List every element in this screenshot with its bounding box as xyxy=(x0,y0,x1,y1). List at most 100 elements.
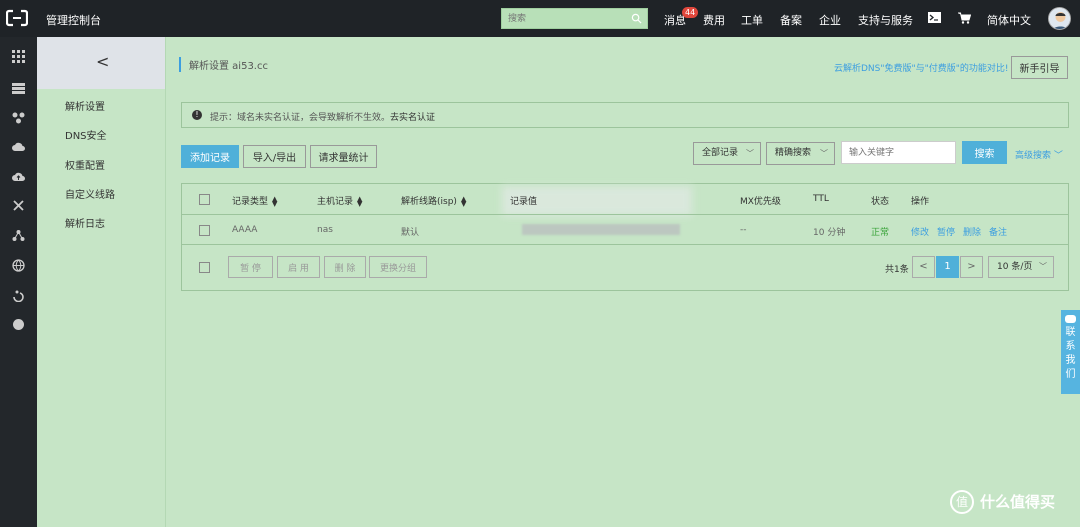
col-value-header: 记录值 xyxy=(510,197,538,207)
app-title[interactable]: 管理控制台 xyxy=(46,12,101,28)
row-actions: 修改 暂停 删除 备注 xyxy=(911,225,1015,238)
keyword-input[interactable] xyxy=(841,141,956,164)
cluster-icon[interactable] xyxy=(12,229,25,242)
table-row: AAAA nas 默认 -- 10 分钟 正常 修改 暂停 删除 备注 xyxy=(182,215,1068,245)
page-1-button[interactable]: 1 xyxy=(936,256,959,278)
cloud-upload-icon[interactable] xyxy=(12,170,25,183)
pause-link[interactable]: 暂停 xyxy=(937,228,955,238)
col-host-header[interactable]: 主机记录 ▲ ▼ xyxy=(317,194,362,207)
sidebar-item-custom-line[interactable]: 自定义线路 xyxy=(65,186,115,201)
page-title: 解析设置 ai53.cc xyxy=(179,57,268,72)
sidebar-item-dns-log[interactable]: 解析日志 xyxy=(65,215,105,230)
advanced-search-link[interactable]: 高级搜索 ﹀ xyxy=(1015,148,1063,161)
select-all-checkbox[interactable] xyxy=(199,194,210,205)
database-icon[interactable] xyxy=(12,82,25,95)
network-icon[interactable] xyxy=(12,111,25,124)
cart-icon[interactable] xyxy=(958,12,971,24)
import-export-button[interactable]: 导入/导出 xyxy=(243,145,306,168)
col-host-label: 主机记录 xyxy=(317,197,354,207)
cross-arrows-icon[interactable] xyxy=(12,199,25,212)
contact-us-float[interactable]: 联 系 我 们 xyxy=(1061,310,1080,394)
nav-support[interactable]: 支持与服务 xyxy=(858,12,913,28)
sort-icon[interactable]: ▲ ▼ xyxy=(461,195,466,207)
dns-sidebar: < 解析设置 DNS安全 权重配置 自定义线路 解析日志 xyxy=(37,37,165,527)
status-badge: 正常 xyxy=(871,228,890,238)
change-group-button[interactable]: 更换分组 xyxy=(369,256,427,278)
nav-ticket[interactable]: 工单 xyxy=(741,12,763,28)
bulk-delete-button[interactable]: 删 除 xyxy=(324,256,366,278)
sidebar-collapse-button[interactable]: < xyxy=(37,37,165,89)
footer-select-checkbox[interactable] xyxy=(199,262,210,273)
global-search[interactable] xyxy=(501,8,648,29)
chevron-down-icon: ﹀ xyxy=(820,149,828,158)
chat-icon xyxy=(1065,315,1076,323)
search-mode-dropdown[interactable]: 精确搜索 ﹀ xyxy=(766,142,835,165)
col-line-label: 解析线路(isp) xyxy=(401,197,457,207)
add-record-button[interactable]: 添加记录 xyxy=(181,145,239,168)
terminal-icon[interactable] xyxy=(928,12,941,23)
table-footer: 暂 停 启 用 删 除 更换分组 共1条 < 1 > 10 条/页 ﹀ xyxy=(182,245,1068,290)
nav-enterprise[interactable]: 企业 xyxy=(819,12,841,28)
search-icon[interactable] xyxy=(631,13,642,24)
watermark-text: 什么值得买 xyxy=(980,493,1056,511)
edit-link[interactable]: 修改 xyxy=(911,228,929,238)
col-status-header: 状态 xyxy=(871,197,890,207)
request-stats-button[interactable]: 请求量统计 xyxy=(310,145,377,168)
watermark-logo: 值 xyxy=(950,490,974,514)
col-mx-header: MX优先级 xyxy=(740,197,781,207)
contact-char: 我 xyxy=(1065,355,1076,366)
record-filter-value: 全部记录 xyxy=(702,148,739,158)
grid-icon[interactable] xyxy=(12,50,25,63)
records-table: 记录类型 ▲ ▼ 主机记录 ▲ ▼ 解析线路(isp) ▲ ▼ 记录值 MX优先级 TTL … xyxy=(181,183,1069,291)
sort-icon[interactable]: ▲ ▼ xyxy=(272,195,277,207)
delete-link[interactable]: 删除 xyxy=(963,228,981,238)
contact-char: 们 xyxy=(1065,369,1076,380)
realname-verify-link[interactable]: 去实名认证 xyxy=(390,113,435,123)
contact-char: 系 xyxy=(1065,341,1076,352)
global-search-input[interactable] xyxy=(502,9,627,28)
prev-page-button[interactable]: < xyxy=(912,256,935,278)
sidebar-item-dns-security[interactable]: DNS安全 xyxy=(65,127,107,142)
bulk-pause-button[interactable]: 暂 停 xyxy=(228,256,273,278)
cdn-icon[interactable] xyxy=(12,289,25,302)
nav-icp[interactable]: 备案 xyxy=(780,12,802,28)
cell-host: nas xyxy=(317,225,333,235)
cell-type: AAAA xyxy=(232,225,258,235)
page-size-select[interactable]: 10 条/页 ﹀ xyxy=(988,256,1054,278)
version-compare-link[interactable]: 云解析DNS"免费版"与"付费版"的功能对比! xyxy=(834,61,1009,74)
col-line-header[interactable]: 解析线路(isp) ▲ ▼ xyxy=(401,194,466,207)
circle-icon[interactable] xyxy=(12,318,25,331)
avatar[interactable] xyxy=(1048,7,1071,30)
col-type-header[interactable]: 记录类型 ▲ ▼ xyxy=(232,194,277,207)
nav-billing[interactable]: 费用 xyxy=(703,12,725,28)
cloud-icon[interactable] xyxy=(12,140,25,153)
remark-link[interactable]: 备注 xyxy=(989,228,1007,238)
nav-language[interactable]: 简体中文 xyxy=(987,12,1031,28)
sort-icon[interactable]: ▲ ▼ xyxy=(357,195,362,207)
product-rail xyxy=(0,37,37,527)
user-avatar-icon xyxy=(1049,8,1070,29)
globe-icon[interactable] xyxy=(12,259,25,272)
cell-line: 默认 xyxy=(401,228,420,238)
col-type-label: 记录类型 xyxy=(232,197,269,207)
sidebar-item-dns-settings[interactable]: 解析设置 xyxy=(65,98,105,113)
col-ttl-header: TTL xyxy=(813,194,829,204)
chevron-down-icon: ﹀ xyxy=(1053,151,1063,161)
search-button[interactable]: 搜索 xyxy=(962,141,1007,164)
next-page-button[interactable]: > xyxy=(960,256,983,278)
cell-value-redacted xyxy=(522,224,680,235)
contact-char: 联 xyxy=(1065,327,1076,338)
tip-text: 提示：域名未实名认证，会导致解析不生效。去实名认证 xyxy=(210,110,435,123)
sidebar-item-weight-config[interactable]: 权重配置 xyxy=(65,157,105,172)
info-icon: ! xyxy=(192,110,202,120)
main-content: 解析设置 ai53.cc 云解析DNS"免费版"与"付费版"的功能对比! 新手引… xyxy=(165,37,1080,527)
total-count: 共1条 xyxy=(885,265,909,275)
record-filter-dropdown[interactable]: 全部记录 ﹀ xyxy=(693,142,761,165)
bulk-enable-button[interactable]: 启 用 xyxy=(277,256,320,278)
page-size-value: 10 条/页 xyxy=(997,262,1033,272)
tip-message: 提示：域名未实名认证，会导致解析不生效。 xyxy=(210,113,391,123)
row-checkbox[interactable] xyxy=(199,225,210,236)
col-actions-header: 操作 xyxy=(911,197,930,207)
aliyun-logo-icon[interactable] xyxy=(6,9,28,27)
beginner-guide-button[interactable]: 新手引导 xyxy=(1011,56,1068,79)
